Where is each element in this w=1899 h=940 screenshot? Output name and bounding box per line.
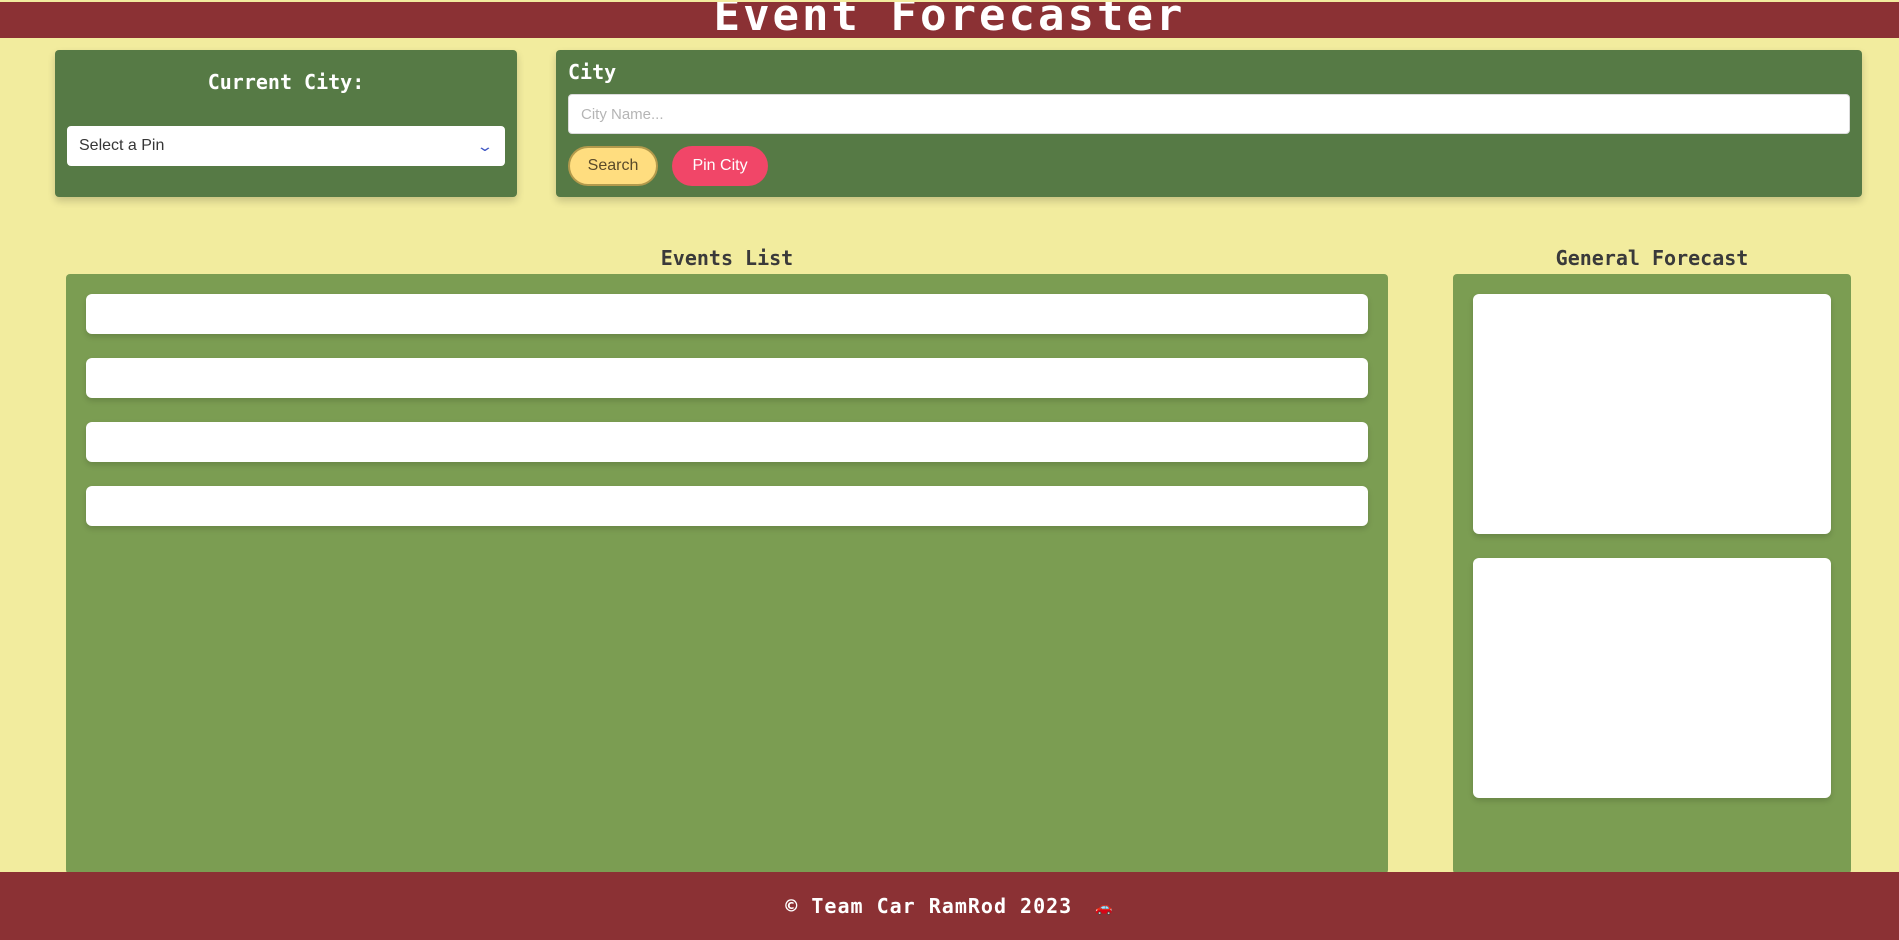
- city-label: City: [568, 60, 617, 84]
- chevron-down-icon: ⌄: [476, 137, 494, 154]
- search-button[interactable]: Search: [568, 146, 658, 186]
- pin-city-button[interactable]: Pin City: [672, 146, 768, 186]
- footer-text: © Team Car RamRod 2023: [785, 894, 1073, 918]
- pin-select[interactable]: Select a Pin ⌄: [67, 126, 505, 166]
- event-item[interactable]: [86, 358, 1368, 398]
- app-header: Event Forecaster: [0, 2, 1899, 38]
- city-search-panel: City Search Pin City: [556, 50, 1862, 197]
- pin-select-value: Select a Pin: [79, 137, 165, 154]
- page-title: Event Forecaster: [713, 2, 1186, 38]
- app-footer: © Team Car RamRod 2023 🚗: [0, 872, 1899, 940]
- general-forecast-title: General Forecast: [1555, 246, 1749, 270]
- forecast-panel: [1453, 274, 1851, 874]
- forecast-card: [1473, 558, 1831, 798]
- current-city-panel: Current City: Select a Pin ⌄: [55, 50, 517, 197]
- event-item[interactable]: [86, 422, 1368, 462]
- events-list-title: Events List: [660, 246, 794, 270]
- forecast-card: [1473, 294, 1831, 534]
- event-item[interactable]: [86, 486, 1368, 526]
- event-item[interactable]: [86, 294, 1368, 334]
- events-list-panel: [66, 274, 1388, 874]
- current-city-heading: Current City:: [207, 70, 365, 94]
- car-icon: 🚗: [1095, 899, 1114, 916]
- city-name-input[interactable]: [568, 94, 1850, 134]
